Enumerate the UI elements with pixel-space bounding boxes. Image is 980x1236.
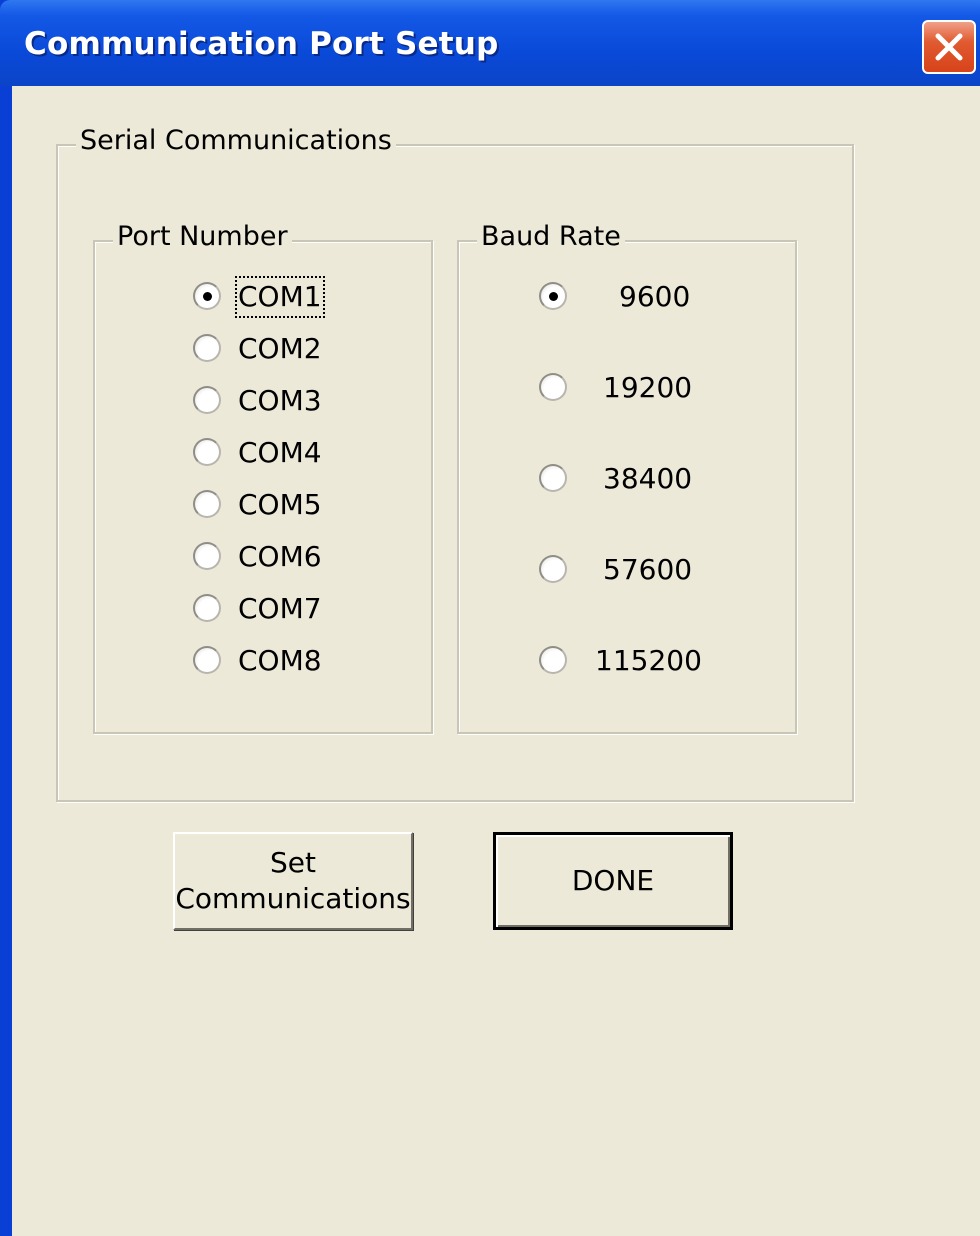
title-bar[interactable]: Communication Port Setup bbox=[0, 0, 980, 86]
radio-label-com2: COM2 bbox=[238, 332, 322, 365]
radio-label-19200: 19200 bbox=[603, 371, 693, 404]
dialog-window: Communication Port Setup Serial Communic… bbox=[0, 0, 980, 1236]
serial-communications-group: Serial Communications Port Number COM1 C… bbox=[56, 124, 854, 802]
radio-button-57600[interactable] bbox=[539, 555, 567, 583]
radio-button-com5[interactable] bbox=[193, 490, 221, 518]
radio-button-com1[interactable] bbox=[193, 282, 221, 310]
radio-label-com8: COM8 bbox=[238, 644, 322, 677]
radio-label-com5: COM5 bbox=[238, 488, 322, 521]
radio-button-com8[interactable] bbox=[193, 646, 221, 674]
radio-selected-dot bbox=[203, 292, 212, 301]
set-communications-label-line2: Communications bbox=[175, 882, 411, 915]
baud-rate-label: Baud Rate bbox=[477, 220, 625, 254]
close-button[interactable] bbox=[922, 20, 976, 74]
radio-button-9600[interactable] bbox=[539, 282, 567, 310]
radio-button-38400[interactable] bbox=[539, 464, 567, 492]
radio-button-com3[interactable] bbox=[193, 386, 221, 414]
radio-label-com1: COM1 bbox=[235, 276, 325, 318]
window-title: Communication Port Setup bbox=[24, 26, 499, 62]
radio-label-38400: 38400 bbox=[603, 462, 693, 495]
radio-button-19200[interactable] bbox=[539, 373, 567, 401]
radio-label-com4: COM4 bbox=[238, 436, 322, 469]
set-communications-label-line1: Set bbox=[270, 846, 316, 879]
radio-label-com6: COM6 bbox=[238, 540, 322, 573]
port-number-label: Port Number bbox=[113, 220, 292, 254]
serial-communications-label: Serial Communications bbox=[76, 124, 396, 158]
radio-button-115200[interactable] bbox=[539, 646, 567, 674]
radio-button-com2[interactable] bbox=[193, 334, 221, 362]
baud-rate-group: Baud Rate 9600 19200 38400 57600 115200 bbox=[457, 220, 797, 734]
radio-button-com6[interactable] bbox=[193, 542, 221, 570]
radio-button-com4[interactable] bbox=[193, 438, 221, 466]
dialog-client-area: Serial Communications Port Number COM1 C… bbox=[12, 86, 980, 1236]
close-icon bbox=[935, 33, 963, 61]
set-communications-button[interactable]: Set Communications bbox=[173, 832, 413, 930]
port-number-group: Port Number COM1 COM2 COM3 COM4 COM5 COM… bbox=[93, 220, 433, 734]
done-label: DONE bbox=[571, 864, 655, 897]
radio-label-com3: COM3 bbox=[238, 384, 322, 417]
radio-label-com7: COM7 bbox=[238, 592, 322, 625]
radio-label-115200: 115200 bbox=[595, 644, 702, 677]
done-button[interactable]: DONE bbox=[493, 832, 733, 930]
radio-label-9600: 9600 bbox=[619, 280, 691, 313]
radio-label-57600: 57600 bbox=[603, 553, 693, 586]
radio-selected-dot bbox=[549, 292, 558, 301]
radio-button-com7[interactable] bbox=[193, 594, 221, 622]
